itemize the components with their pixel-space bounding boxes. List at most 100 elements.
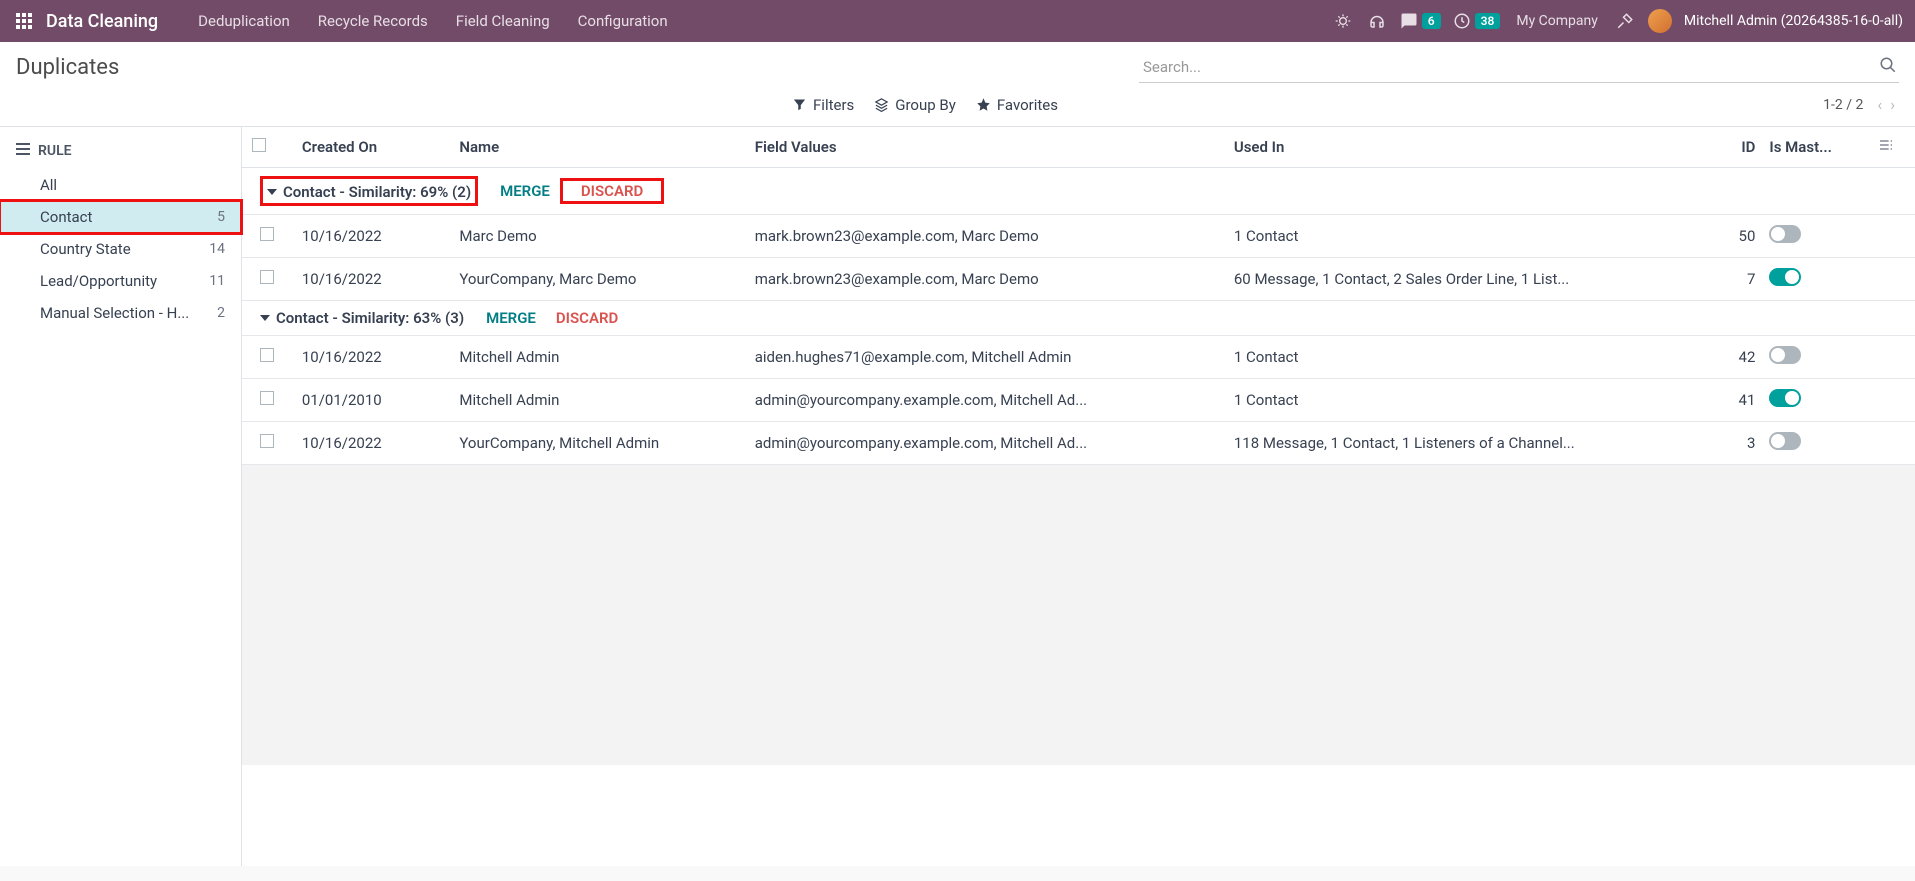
support-icon[interactable] <box>1366 10 1388 32</box>
th-id[interactable]: ID <box>1696 127 1759 168</box>
cell-created: 10/16/2022 <box>292 422 450 465</box>
sidebar-item[interactable]: Contact 5 <box>0 201 241 233</box>
cell-name: YourCompany, Marc Demo <box>449 258 744 301</box>
brand-title[interactable]: Data Cleaning <box>46 11 158 32</box>
cell-id: 41 <box>1696 379 1759 422</box>
group-title: Contact - Similarity: 69% (2) <box>283 183 471 201</box>
is-master-toggle[interactable] <box>1769 225 1801 243</box>
sidebar-header-label: RULE <box>38 143 72 159</box>
discard-button[interactable]: DISCARD <box>571 182 653 200</box>
group-header-row[interactable]: Contact - Similarity: 69% (2) MERGE DISCAR… <box>242 168 1915 215</box>
sidebar-item[interactable]: Country State 14 <box>0 233 241 265</box>
cell-used-in: 1 Contact <box>1224 215 1697 258</box>
nav-link-field-cleaning[interactable]: Field Cleaning <box>442 12 564 30</box>
table-row[interactable]: 10/16/2022Mitchell Adminaiden.hughes71@e… <box>242 336 1915 379</box>
sidebar-item-label: Manual Selection - H... <box>40 304 189 322</box>
sidebar-item[interactable]: Manual Selection - H... 2 <box>0 297 241 329</box>
cell-field-values: mark.brown23@example.com, Marc Demo <box>745 215 1224 258</box>
company-switcher[interactable]: My Company <box>1512 13 1602 29</box>
cell-created: 10/16/2022 <box>292 258 450 301</box>
main: RULE All Contact 5 Country State 14 Lead/Oppo… <box>0 127 1915 866</box>
search-icon[interactable] <box>1879 56 1897 78</box>
sidebar-item-label: Contact <box>40 208 92 226</box>
cell-created: 01/01/2010 <box>292 379 450 422</box>
chevron-down-icon <box>260 315 270 321</box>
th-is-master[interactable]: Is Mast... <box>1759 127 1867 168</box>
cell-used-in: 1 Contact <box>1224 379 1697 422</box>
th-name[interactable]: Name <box>449 127 744 168</box>
cell-name: Marc Demo <box>449 215 744 258</box>
discard-button[interactable]: DISCARD <box>546 309 628 327</box>
table-row[interactable]: 10/16/2022YourCompany, Marc Demomark.bro… <box>242 258 1915 301</box>
cell-field-values: mark.brown23@example.com, Marc Demo <box>745 258 1224 301</box>
sidebar-item-count: 14 <box>209 241 225 257</box>
is-master-toggle[interactable] <box>1769 432 1801 450</box>
table-row[interactable]: 01/01/2010Mitchell Adminadmin@yourcompan… <box>242 379 1915 422</box>
filters-label: Filters <box>813 96 854 114</box>
pager-next[interactable]: › <box>1886 95 1899 114</box>
nav-link-dedup[interactable]: Deduplication <box>184 12 304 30</box>
cell-id: 3 <box>1696 422 1759 465</box>
navbar-right: 6 38 My Company Mitchell Admin (20264385… <box>1332 9 1903 33</box>
optional-fields-icon[interactable] <box>1878 139 1894 157</box>
sidebar-item-count: 5 <box>217 209 225 225</box>
apps-icon[interactable] <box>12 9 36 33</box>
row-checkbox[interactable] <box>260 270 274 284</box>
sidebar-item-count: 2 <box>217 305 225 321</box>
avatar[interactable] <box>1648 9 1672 33</box>
table-row[interactable]: 10/16/2022Marc Demomark.brown23@example.… <box>242 215 1915 258</box>
search-wrap <box>1139 52 1899 83</box>
th-used-in[interactable]: Used In <box>1224 127 1697 168</box>
content: Created On Name Field Values Used In ID … <box>242 127 1915 866</box>
cell-id: 42 <box>1696 336 1759 379</box>
activities-badge: 38 <box>1475 13 1501 29</box>
cell-name: Mitchell Admin <box>449 379 744 422</box>
sidebar-item-label: Country State <box>40 240 131 258</box>
favorites-button[interactable]: Favorites <box>976 96 1058 114</box>
cell-used-in: 1 Contact <box>1224 336 1697 379</box>
cell-field-values: admin@yourcompany.example.com, Mitchell … <box>745 422 1224 465</box>
sidebar: RULE All Contact 5 Country State 14 Lead/Oppo… <box>0 127 242 866</box>
records-table: Created On Name Field Values Used In ID … <box>242 127 1915 465</box>
row-checkbox[interactable] <box>260 391 274 405</box>
row-checkbox[interactable] <box>260 348 274 362</box>
filters-button[interactable]: Filters <box>792 96 854 114</box>
user-menu[interactable]: Mitchell Admin (20264385-16-0-all) <box>1684 13 1903 29</box>
is-master-toggle[interactable] <box>1769 268 1801 286</box>
sidebar-item[interactable]: Lead/Opportunity11 <box>0 265 241 297</box>
groupby-button[interactable]: Group By <box>874 96 956 114</box>
pager-prev[interactable]: ‹ <box>1873 95 1886 114</box>
search-input[interactable] <box>1139 52 1899 83</box>
page-title: Duplicates <box>16 55 119 80</box>
table-row[interactable]: 10/16/2022YourCompany, Mitchell Adminadm… <box>242 422 1915 465</box>
select-all-checkbox[interactable] <box>252 138 266 152</box>
pager-range[interactable]: 1-2 / 2 <box>1823 97 1863 113</box>
row-checkbox[interactable] <box>260 434 274 448</box>
cell-field-values: aiden.hughes71@example.com, Mitchell Adm… <box>745 336 1224 379</box>
row-checkbox[interactable] <box>260 227 274 241</box>
sidebar-header: RULE <box>0 139 241 169</box>
nav-link-recycle[interactable]: Recycle Records <box>304 12 442 30</box>
th-created[interactable]: Created On <box>292 127 450 168</box>
group-header-row[interactable]: Contact - Similarity: 63% (3)MERGEDISCAR… <box>242 301 1915 336</box>
merge-button[interactable]: MERGE <box>476 309 546 327</box>
is-master-toggle[interactable] <box>1769 346 1801 364</box>
cell-id: 50 <box>1696 215 1759 258</box>
nav-link-configuration[interactable]: Configuration <box>564 12 682 30</box>
sidebar-item[interactable]: All <box>0 169 241 201</box>
is-master-toggle[interactable] <box>1769 389 1801 407</box>
activities-button[interactable]: 38 <box>1453 12 1501 30</box>
messages-button[interactable]: 6 <box>1400 12 1441 30</box>
bug-icon[interactable] <box>1332 10 1354 32</box>
groupby-label: Group By <box>895 96 956 114</box>
th-field-values[interactable]: Field Values <box>745 127 1224 168</box>
chevron-down-icon <box>267 189 277 195</box>
tools-icon[interactable] <box>1614 10 1636 32</box>
messages-badge: 6 <box>1422 13 1441 29</box>
cell-used-in: 60 Message, 1 Contact, 2 Sales Order Lin… <box>1224 258 1697 301</box>
sidebar-item-label: All <box>40 176 57 194</box>
favorites-label: Favorites <box>997 96 1058 114</box>
cell-created: 10/16/2022 <box>292 336 450 379</box>
hamburger-icon[interactable] <box>16 143 30 159</box>
merge-button[interactable]: MERGE <box>490 182 560 200</box>
